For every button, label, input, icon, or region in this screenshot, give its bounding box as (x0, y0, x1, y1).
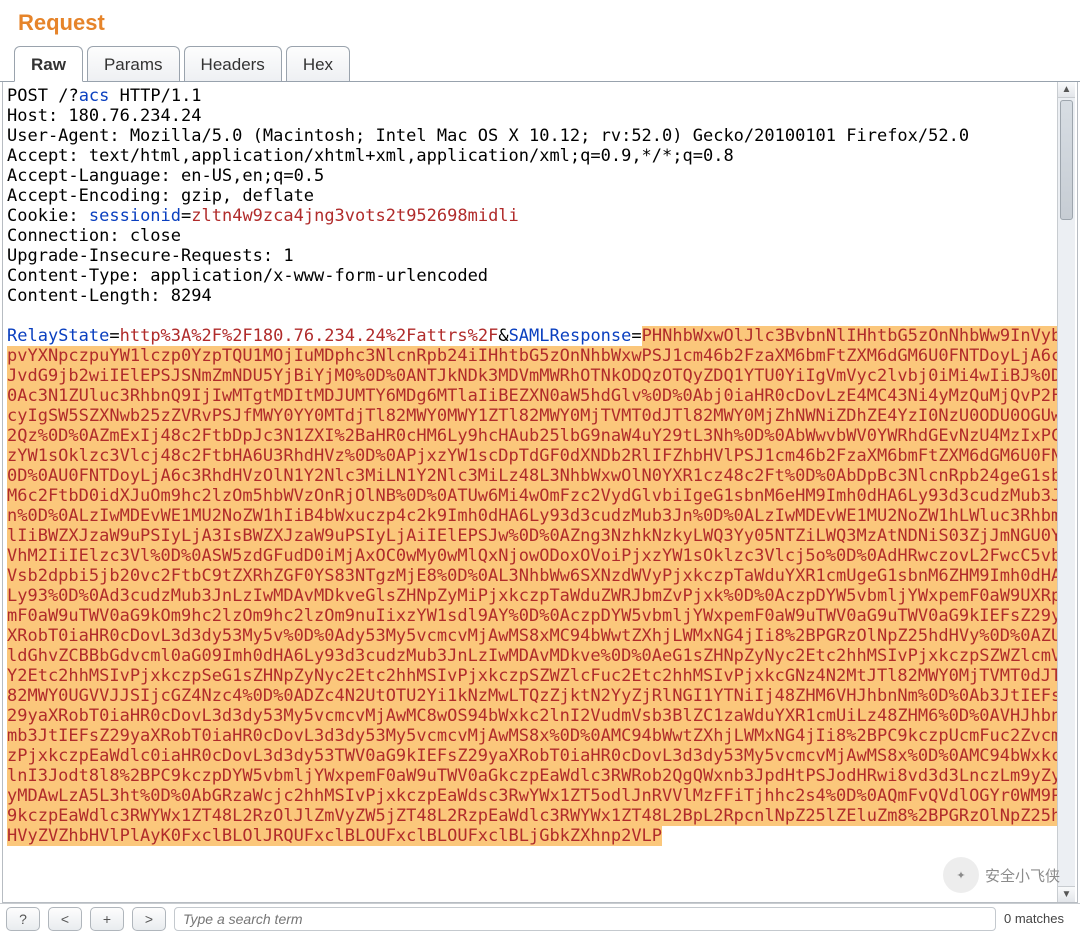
search-input[interactable] (174, 907, 996, 931)
forward-button[interactable]: > (132, 907, 166, 931)
relaystate-key: RelayState (7, 326, 109, 346)
back-button[interactable]: < (48, 907, 82, 931)
tab-bar: Raw Params Headers Hex (0, 44, 1080, 82)
tab-raw[interactable]: Raw (14, 46, 83, 82)
http-method: POST (7, 86, 48, 106)
cookie-eq: = (181, 206, 191, 226)
scroll-thumb[interactable] (1060, 100, 1073, 220)
scroll-down-button[interactable]: ▼ (1058, 886, 1075, 902)
scroll-up-button[interactable]: ▲ (1058, 82, 1075, 98)
match-count: 0 matches (1004, 911, 1070, 926)
http-version: HTTP/1.1 (120, 86, 202, 106)
relaystate-value: http%3A%2F%2F180.76.234.24%2Fattrs%2F (120, 326, 499, 346)
request-pane: POST /?acs HTTP/1.1 Host: 180.76.234.24 … (2, 82, 1078, 903)
amp: & (498, 326, 508, 346)
cookie-value: zltn4w9zca4jng3vots2t952698midli (191, 206, 519, 226)
path-prefix: /? (58, 86, 78, 106)
add-button[interactable]: + (90, 907, 124, 931)
scroll-track[interactable] (1058, 98, 1075, 886)
path-keyword: acs (79, 86, 110, 106)
cookie-name: sessionid (89, 206, 181, 226)
raw-request-text[interactable]: POST /?acs HTTP/1.1 Host: 180.76.234.24 … (3, 82, 1077, 902)
tab-headers[interactable]: Headers (184, 46, 282, 82)
vertical-scrollbar[interactable]: ▲ ▼ (1057, 82, 1075, 902)
samlresponse-value: PHNhbWxwOlJlc3BvbnNlIHhtbG5zOnNhbWw9InVy… (7, 326, 1072, 846)
tab-params[interactable]: Params (87, 46, 180, 82)
headers-block-top: Host: 180.76.234.24 User-Agent: Mozilla/… (7, 106, 969, 206)
headers-block-bottom: Connection: close Upgrade-Insecure-Reque… (7, 226, 488, 306)
tab-hex[interactable]: Hex (286, 46, 350, 82)
help-button[interactable]: ? (6, 907, 40, 931)
footer-bar: ? < + > 0 matches (0, 903, 1080, 933)
cookie-label: Cookie: (7, 206, 89, 226)
relay-eq: = (109, 326, 119, 346)
section-title: Request (0, 0, 1080, 44)
samlresponse-key: SAMLResponse (509, 326, 632, 346)
saml-eq: = (631, 326, 641, 346)
